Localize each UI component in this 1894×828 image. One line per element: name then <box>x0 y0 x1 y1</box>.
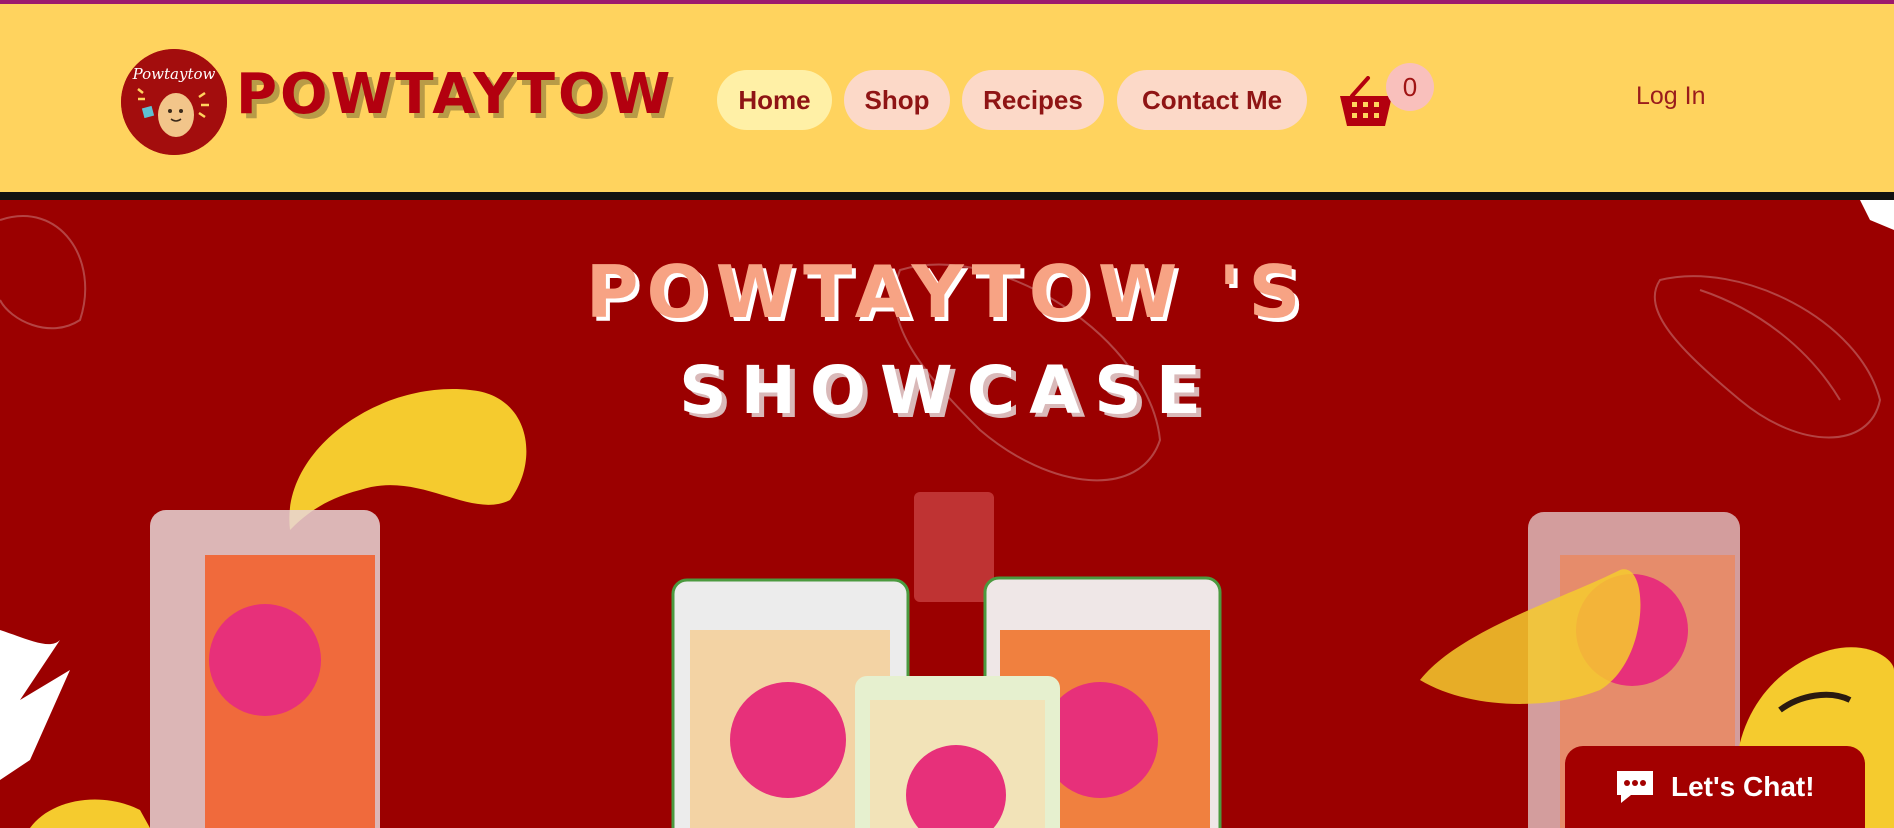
nav-contact-me[interactable]: Contact Me <box>1117 70 1307 130</box>
white-splash-right <box>1860 200 1894 230</box>
hero-title-line-1: POWTAYTOW 'S <box>585 250 1309 334</box>
header-divider <box>0 192 1894 200</box>
brand-logo[interactable]: Powtaytow <box>121 49 227 155</box>
product-bag-front <box>855 676 1060 828</box>
small-product-bag <box>914 492 994 602</box>
yellow-chip-bottom-left <box>30 799 150 828</box>
log-in-link[interactable]: Log In <box>1636 82 1706 111</box>
chat-label: Let's Chat! <box>1671 771 1815 802</box>
brand-name[interactable]: POWTAYTOW <box>236 62 673 127</box>
chat-bubble-icon <box>1617 771 1653 803</box>
product-bag-left <box>150 510 380 828</box>
hero-title-line-2: SHOWCASE <box>679 352 1215 429</box>
nav-home[interactable]: Home <box>717 70 832 130</box>
white-splash-left <box>0 630 70 780</box>
cart-count-badge[interactable]: 0 <box>1386 63 1434 111</box>
nav-shop[interactable]: Shop <box>844 70 950 130</box>
potato-mascot-icon: Powtaytow <box>121 49 227 155</box>
logo-text: Powtaytow <box>132 65 216 83</box>
chat-widget-button[interactable]: Let's Chat! <box>1565 746 1865 828</box>
nav-recipes[interactable]: Recipes <box>962 70 1104 130</box>
